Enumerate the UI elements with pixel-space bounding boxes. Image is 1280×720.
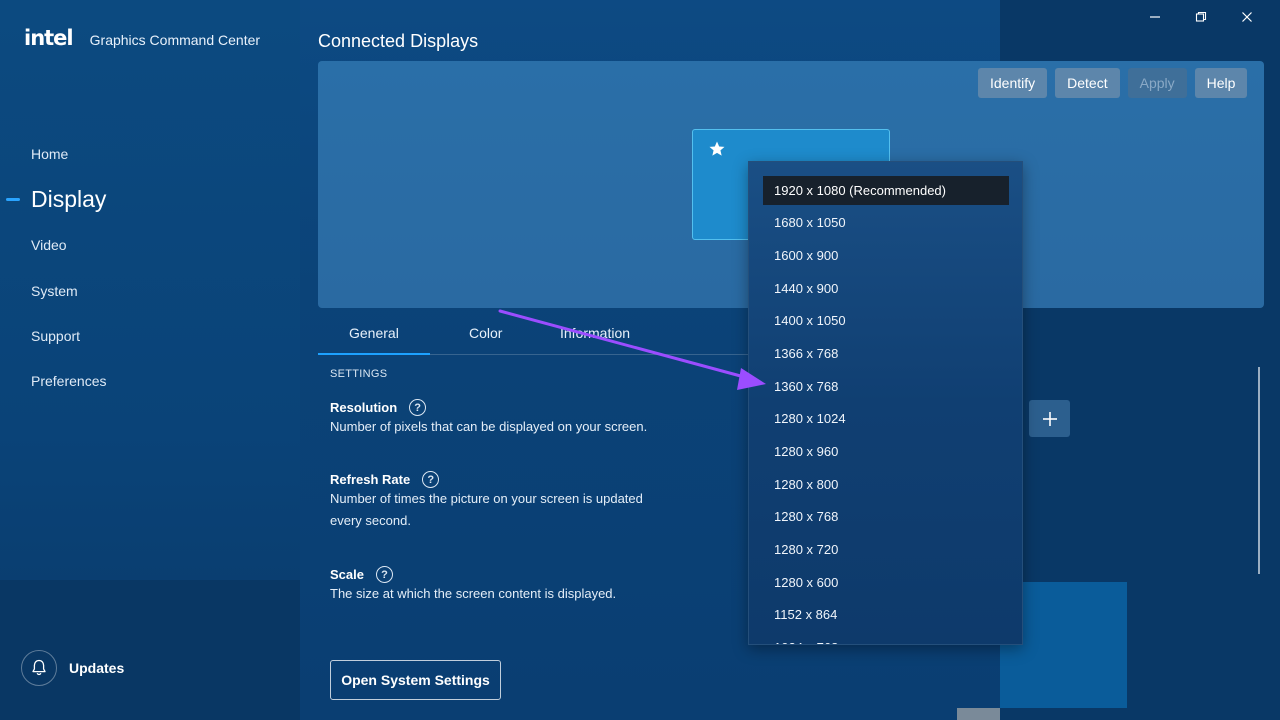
tab-color[interactable]: Color [469, 325, 502, 341]
close-icon[interactable] [1224, 6, 1270, 28]
sidebar [0, 0, 300, 720]
sidebar-item-support[interactable]: Support [31, 328, 80, 344]
refresh-rate-description-line2: every second. [330, 513, 411, 528]
resolution-option[interactable]: 1024 x 768 [763, 633, 1009, 644]
resolution-option[interactable]: 1280 x 960 [763, 437, 1009, 466]
resolution-option[interactable]: 1152 x 864 [763, 600, 1009, 629]
bell-icon [21, 650, 57, 686]
add-custom-resolution-button[interactable] [1029, 400, 1070, 437]
resolution-option[interactable]: 1280 x 720 [763, 535, 1009, 564]
scrollbar[interactable] [1258, 367, 1260, 574]
resolution-option[interactable]: 1680 x 1050 [763, 208, 1009, 237]
brand: intel Graphics Command Center [24, 26, 260, 50]
open-system-settings-button[interactable]: Open System Settings [330, 660, 501, 700]
help-button[interactable]: Help [1194, 68, 1248, 98]
sidebar-item-display[interactable]: Display [31, 186, 106, 213]
sidebar-item-home[interactable]: Home [31, 146, 68, 162]
plus-icon [1042, 411, 1057, 426]
resolution-dropdown[interactable]: 1920 x 1080 (Recommended) 1680 x 1050 16… [748, 161, 1023, 645]
display-toolbar: Identify Detect Apply Help [978, 68, 1248, 98]
resolution-option[interactable]: 1280 x 800 [763, 470, 1009, 499]
resolution-option[interactable]: 1920 x 1080 (Recommended) [763, 176, 1009, 205]
tab-divider [430, 354, 760, 355]
scale-setting-title: Scale ? [330, 566, 393, 583]
background-strip [957, 708, 1000, 720]
app-title: Graphics Command Center [89, 32, 261, 48]
resolution-setting-title: Resolution ? [330, 399, 427, 416]
apply-button[interactable]: Apply [1127, 68, 1187, 98]
page-title: Connected Displays [318, 31, 479, 51]
minimize-icon[interactable] [1132, 6, 1178, 28]
updates-label: Updates [69, 660, 125, 676]
resolution-option[interactable]: 1600 x 900 [763, 241, 1009, 270]
detect-button[interactable]: Detect [1055, 68, 1120, 98]
updates-button[interactable]: Updates [21, 650, 124, 686]
identify-button[interactable]: Identify [978, 68, 1048, 98]
resolution-option[interactable]: 1280 x 768 [763, 502, 1009, 531]
question-icon[interactable]: ? [422, 471, 440, 488]
question-icon[interactable]: ? [409, 399, 427, 416]
resolution-option[interactable]: 1400 x 1050 [763, 306, 1009, 335]
resolution-option[interactable]: 1360 x 768 [763, 372, 1009, 401]
scale-title-text: Scale [330, 567, 364, 582]
refresh-rate-description-line1: Number of times the picture on your scre… [330, 491, 643, 506]
resolution-option[interactable]: 1280 x 600 [763, 568, 1009, 597]
tab-general[interactable]: General [349, 325, 399, 341]
sidebar-item-preferences[interactable]: Preferences [31, 373, 106, 389]
question-icon[interactable]: ? [375, 566, 393, 583]
sidebar-item-system[interactable]: System [31, 283, 78, 299]
resolution-title-text: Resolution [330, 400, 398, 415]
settings-section-label: SETTINGS [330, 368, 388, 380]
tab-information[interactable]: Information [560, 325, 630, 341]
restore-icon[interactable] [1178, 6, 1224, 28]
resolution-option[interactable]: 1280 x 1024 [763, 404, 1009, 433]
nav-active-indicator [6, 198, 20, 201]
window-controls [1132, 6, 1270, 28]
refresh-rate-title-text: Refresh Rate [330, 472, 411, 487]
refresh-rate-setting-title: Refresh Rate ? [330, 471, 440, 488]
sidebar-item-video[interactable]: Video [31, 237, 67, 253]
scale-description: The size at which the screen content is … [330, 586, 617, 601]
resolution-option[interactable]: 1366 x 768 [763, 339, 1009, 368]
active-tab-underline [318, 353, 430, 355]
resolution-description: Number of pixels that can be displayed o… [330, 419, 648, 434]
resolution-option[interactable]: 1440 x 900 [763, 274, 1009, 303]
star-icon [708, 140, 726, 163]
intel-logo: intel [24, 26, 74, 50]
